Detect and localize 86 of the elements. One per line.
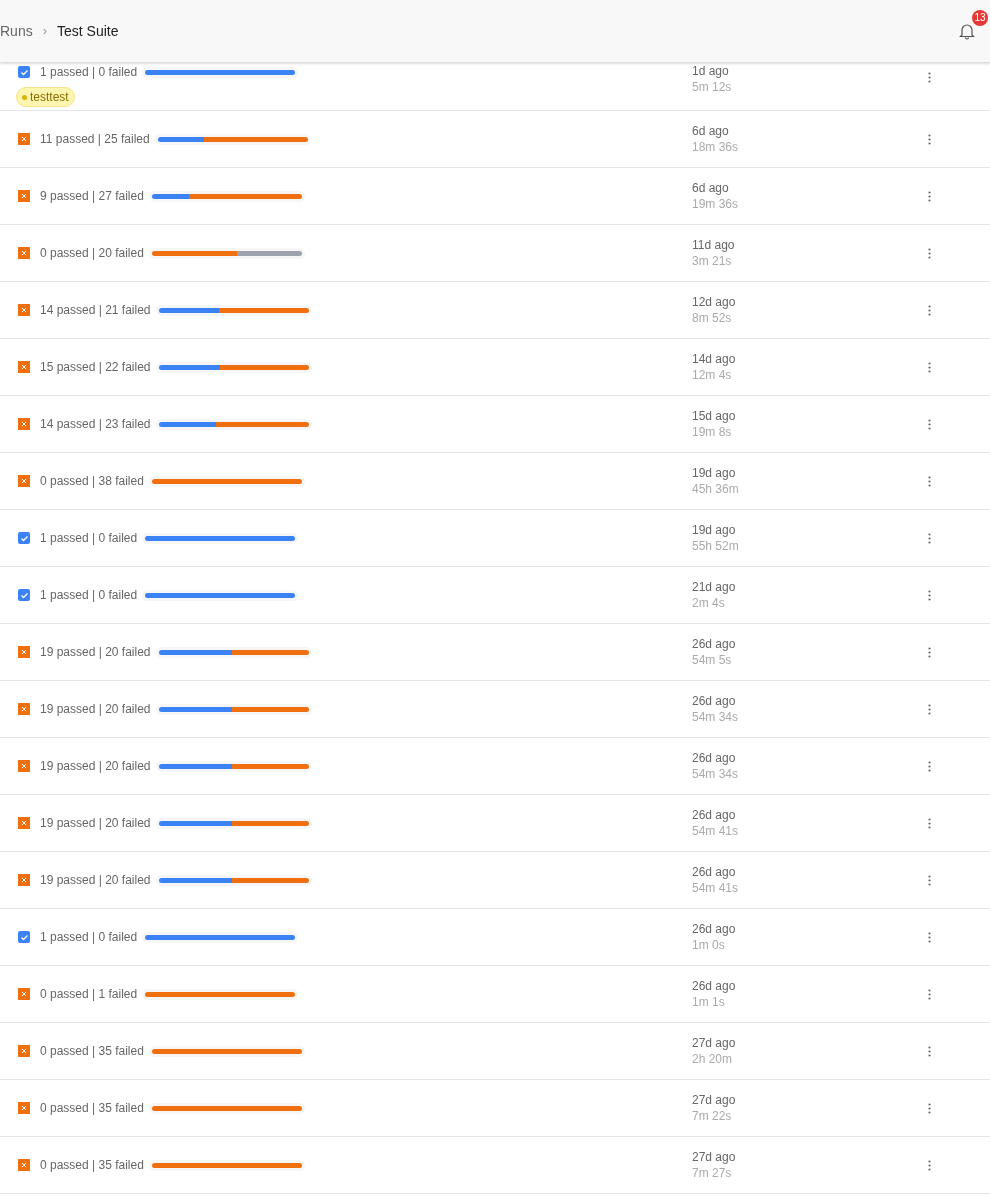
run-summary: 0 passed | 38 failed bbox=[40, 473, 144, 490]
more-vertical-icon bbox=[927, 931, 931, 943]
run-summary: 19 passed | 20 failed bbox=[40, 701, 151, 718]
run-duration: 7m 27s bbox=[692, 1165, 733, 1181]
run-time: 1d ago bbox=[692, 63, 730, 79]
run-duration: 1m 1s bbox=[692, 994, 726, 1010]
tag-label: testtest bbox=[30, 89, 69, 106]
more-vertical-icon bbox=[927, 532, 931, 544]
run-duration: 18m 36s bbox=[692, 139, 740, 155]
run-time: 6d ago bbox=[692, 180, 730, 196]
run-time: 12d ago bbox=[692, 294, 737, 310]
run-duration: 2m 4s bbox=[692, 595, 726, 611]
more-vertical-icon bbox=[927, 703, 931, 715]
more-vertical-icon bbox=[927, 304, 931, 316]
run-summary: 11 passed | 25 failed bbox=[40, 131, 150, 148]
run-summary: 14 passed | 23 failed bbox=[40, 416, 151, 433]
more-vertical-icon bbox=[927, 247, 931, 259]
page-title: Test Suite bbox=[57, 21, 119, 41]
more-vertical-icon bbox=[927, 646, 931, 658]
run-time: 26d ago bbox=[692, 636, 737, 652]
more-vertical-icon bbox=[927, 475, 931, 487]
run-summary: 19 passed | 20 failed bbox=[40, 815, 151, 832]
run-time: 19d ago bbox=[692, 522, 737, 538]
more-vertical-icon bbox=[927, 418, 931, 430]
run-summary: 14 passed | 21 failed bbox=[40, 302, 151, 319]
more-vertical-icon bbox=[927, 1045, 931, 1057]
run-duration: 54m 41s bbox=[692, 823, 740, 839]
run-duration: 45h 36m bbox=[692, 481, 740, 497]
notification-count: 13 bbox=[972, 10, 988, 26]
run-duration: 2h 20m bbox=[692, 1051, 734, 1067]
run-time: 26d ago bbox=[692, 750, 737, 766]
more-vertical-icon bbox=[927, 1102, 931, 1114]
run-duration: 54m 5s bbox=[692, 652, 733, 668]
run-summary: 0 passed | 35 failed bbox=[40, 1157, 144, 1174]
run-summary: 0 passed | 20 failed bbox=[40, 245, 144, 262]
run-summary: 19 passed | 20 failed bbox=[40, 872, 151, 889]
run-time: 26d ago bbox=[692, 864, 737, 880]
run-time: 26d ago bbox=[692, 921, 737, 937]
run-duration: 3m 21s bbox=[692, 253, 733, 269]
run-duration: 19m 36s bbox=[692, 196, 740, 212]
run-summary: 0 passed | 35 failed bbox=[40, 1100, 144, 1117]
run-duration: 54m 34s bbox=[692, 709, 740, 725]
run-duration: 7m 22s bbox=[692, 1108, 733, 1124]
more-vertical-icon bbox=[927, 874, 931, 886]
more-vertical-icon bbox=[927, 133, 931, 145]
run-time: 21d ago bbox=[692, 579, 737, 595]
more-vertical-icon bbox=[927, 589, 931, 601]
run-time: 27d ago bbox=[692, 1035, 737, 1051]
run-duration: 1m 0s bbox=[692, 937, 726, 953]
bell-icon bbox=[958, 22, 976, 40]
run-summary: 1 passed | 0 failed bbox=[40, 587, 138, 604]
more-vertical-icon bbox=[927, 190, 931, 202]
run-time: 15d ago bbox=[692, 408, 737, 424]
run-time: 14d ago bbox=[692, 351, 737, 367]
run-duration: 54m 34s bbox=[692, 766, 740, 782]
run-summary: 19 passed | 20 failed bbox=[40, 758, 151, 775]
run-time: 26d ago bbox=[692, 978, 737, 994]
run-time: 26d ago bbox=[692, 693, 737, 709]
more-vertical-icon bbox=[927, 988, 931, 1000]
breadcrumb-separator: › bbox=[42, 22, 48, 41]
run-summary: 1 passed | 0 failed bbox=[40, 530, 138, 547]
run-summary: 0 passed | 1 failed bbox=[40, 986, 138, 1003]
run-duration: 19m 8s bbox=[692, 424, 733, 440]
run-summary: 9 passed | 27 failed bbox=[40, 188, 144, 205]
more-vertical-icon bbox=[927, 71, 931, 83]
run-summary: 1 passed | 0 failed bbox=[40, 64, 138, 81]
run-duration: 12m 4s bbox=[692, 367, 733, 383]
more-vertical-icon bbox=[927, 760, 931, 772]
more-vertical-icon bbox=[927, 817, 931, 829]
run-time: 11d ago bbox=[692, 237, 736, 253]
breadcrumb-link[interactable]: Runs bbox=[0, 20, 33, 42]
run-time: 6d ago bbox=[692, 123, 730, 139]
run-time: 27d ago bbox=[692, 1092, 737, 1108]
more-vertical-icon bbox=[927, 1159, 931, 1171]
run-duration: 55h 52m bbox=[692, 538, 740, 554]
run-summary: 15 passed | 22 failed bbox=[40, 359, 151, 376]
run-time: 27d ago bbox=[692, 1149, 737, 1165]
run-summary: 19 passed | 20 failed bbox=[40, 644, 151, 661]
run-duration: 5m 12s bbox=[692, 79, 733, 95]
run-summary: 0 passed | 35 failed bbox=[40, 1043, 144, 1060]
more-vertical-icon bbox=[927, 361, 931, 373]
run-time: 26d ago bbox=[692, 807, 737, 823]
run-duration: 8m 52s bbox=[692, 310, 733, 326]
run-time: 19d ago bbox=[692, 465, 737, 481]
run-summary: 1 passed | 0 failed bbox=[40, 929, 138, 946]
run-duration: 54m 41s bbox=[692, 880, 740, 896]
